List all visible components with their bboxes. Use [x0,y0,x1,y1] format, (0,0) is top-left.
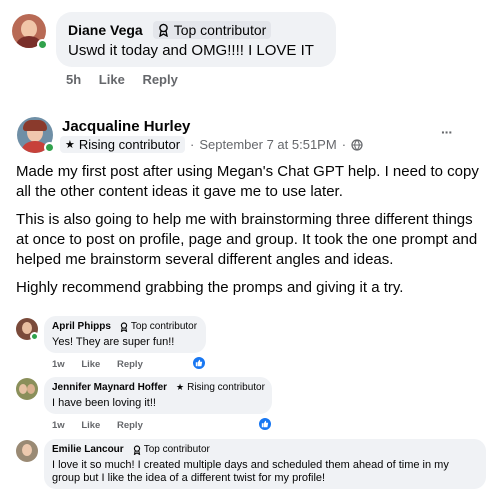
reply-button[interactable]: Reply [117,420,143,431]
badge-label: Top contributor [173,22,267,38]
avatar[interactable] [16,378,38,400]
comment-actions: 1w Like Reply [52,359,157,370]
comment-author[interactable]: Jennifer Maynard Hoffer [52,382,167,393]
award-ribbon-icon [158,23,168,37]
contributor-badge[interactable]: Top contributor [117,321,200,332]
online-indicator [44,142,55,153]
badge-label: Rising contributor [187,382,265,393]
reaction-badge[interactable] [192,356,206,370]
comment-bubble: April Phipps Top contributor Yes! They a… [44,316,206,353]
comment-author[interactable]: April Phipps [52,321,111,332]
comment-author[interactable]: Diane Vega [68,22,143,38]
star-icon: ★ [65,139,75,151]
more-button[interactable]: ··· [441,124,453,140]
online-indicator [30,332,39,341]
comment-bubble: Emilie Lancour Top contributor I love it… [44,439,486,489]
star-icon: ★ [176,382,185,392]
comment-time[interactable]: 5h [66,72,81,87]
comment-text: Uswd it today and OMG!!!! I LOVE IT [68,42,314,59]
comment-time[interactable]: 1w [52,420,65,431]
thumbs-up-icon [195,359,203,367]
badge-label: Rising contributor [78,137,181,152]
post-meta: ★ Rising contributor · September 7 at 5:… [60,136,363,153]
comment-text: Yes! They are super fun!! [52,336,175,348]
comment-bubble: Jennifer Maynard Hoffer ★ Rising contrib… [44,377,272,414]
badge-label: Top contributor [130,321,198,332]
contributor-badge[interactable]: ★ Rising contributor [173,382,268,393]
badge-label: Top contributor [143,444,210,455]
comment-actions: 5h Like Reply [66,72,192,87]
comment-text: I have been loving it!! [52,397,156,409]
post-paragraph: This is also going to help me with brain… [16,211,478,268]
like-button[interactable]: Like [81,359,100,370]
online-indicator [37,39,48,50]
separator: · [341,137,347,152]
globe-icon [351,138,363,151]
comment-bubble: Diane Vega Top contributor Uswd it today… [56,12,336,67]
avatar[interactable] [16,440,38,462]
post-body: Made my first post after using Megan's C… [16,162,486,298]
post-date[interactable]: September 7 at 5:51PM [199,137,336,152]
contributor-badge[interactable]: Top contributor [130,444,213,455]
contributor-badge[interactable]: ★ Rising contributor [60,136,186,153]
post-paragraph: Made my first post after using Megan's C… [16,163,479,200]
thumbs-up-icon [261,420,269,428]
like-button[interactable]: Like [81,420,100,431]
award-ribbon-icon [120,321,128,332]
reply-button[interactable]: Reply [117,359,143,370]
comment-author[interactable]: Emilie Lancour [52,444,124,455]
contributor-badge[interactable]: Top contributor [152,21,272,39]
like-button[interactable]: Like [99,72,125,87]
award-ribbon-icon [133,444,140,455]
post-author[interactable]: Jacqualine Hurley [62,118,190,135]
comment-actions: 1w Like Reply [52,420,157,431]
separator: · [190,137,195,152]
comment-text: I love it so much! I created multiple da… [52,459,449,484]
reaction-badge[interactable] [258,417,272,431]
comment-time[interactable]: 1w [52,359,65,370]
post-paragraph: Highly recommend grabbing the promps and… [16,279,404,296]
reply-button[interactable]: Reply [142,72,177,87]
